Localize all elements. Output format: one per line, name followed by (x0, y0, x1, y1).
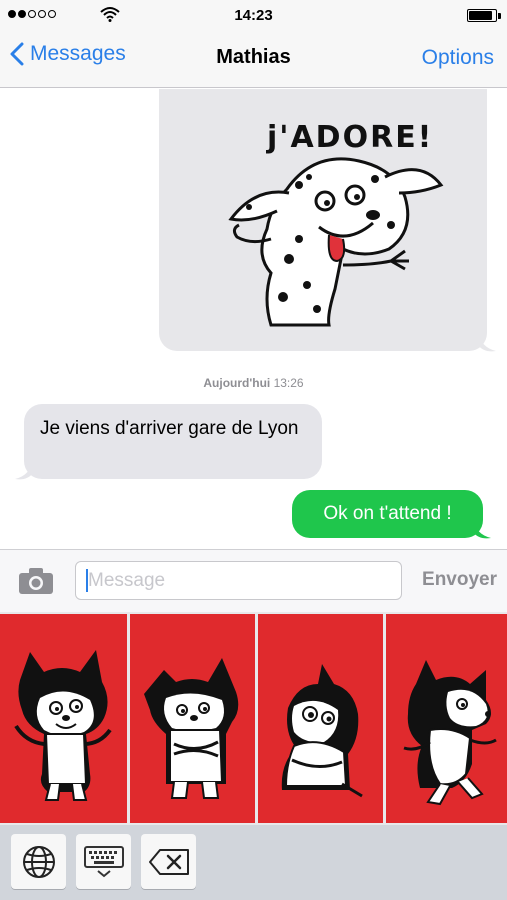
timestamp-time: 13:26 (273, 376, 304, 390)
message-timestamp: Aujourd'hui 13:26 (0, 376, 507, 390)
globe-icon (22, 845, 55, 878)
battery-icon (467, 9, 497, 22)
sticker-bubble-tail (478, 331, 496, 352)
sticker-dog-arms-crossed[interactable] (130, 614, 255, 823)
backspace-icon (148, 848, 189, 875)
backspace-key[interactable] (141, 834, 196, 889)
sent-message[interactable]: Ok on t'attend ! (292, 490, 483, 538)
back-button[interactable]: Messages (10, 42, 126, 66)
message-input-bar: Envoyer (0, 549, 507, 612)
received-message[interactable]: Je viens d'arriver gare de Lyon (24, 404, 322, 479)
back-button-label: Messages (30, 42, 126, 65)
sticker-message[interactable]: j'ADORE! (159, 89, 487, 351)
sticker-dog-waving[interactable] (0, 614, 127, 823)
conversation-view[interactable]: j'ADORE! Aujourd'hui 13:26 Je viens d'ar… (0, 89, 507, 549)
dalmatian-dog-sticker: j'ADORE! (228, 120, 444, 327)
text-cursor (86, 569, 88, 592)
dog-arms-crossed-sticker (144, 658, 239, 799)
dog-sitting-sticker (281, 664, 363, 798)
send-button[interactable]: Envoyer (422, 569, 497, 591)
chevron-left-icon (10, 42, 24, 66)
dog-walking-sticker (403, 660, 497, 806)
timestamp-day: Aujourd'hui (203, 376, 271, 390)
keyboard-icon (83, 845, 124, 877)
options-button[interactable]: Options (422, 46, 494, 70)
navigation-bar: Messages Mathias Options (0, 30, 507, 88)
received-bubble-tail (15, 459, 33, 480)
sticker-keyboard (0, 612, 507, 825)
keyboard-key[interactable] (76, 834, 131, 889)
battery-tip (498, 13, 501, 19)
keyboard-toolbar (0, 825, 507, 900)
sticker-dog-sitting[interactable] (258, 614, 383, 823)
dog-waving-sticker (14, 650, 112, 801)
globe-key[interactable] (11, 834, 66, 889)
message-input[interactable] (75, 561, 402, 600)
sticker-text: j'ADORE! (266, 120, 433, 155)
status-time: 14:23 (234, 7, 273, 24)
camera-icon[interactable] (18, 567, 54, 595)
status-bar: 14:23 (0, 0, 507, 30)
sticker-dog-walking[interactable] (386, 614, 507, 823)
sent-bubble-tail (473, 518, 491, 539)
